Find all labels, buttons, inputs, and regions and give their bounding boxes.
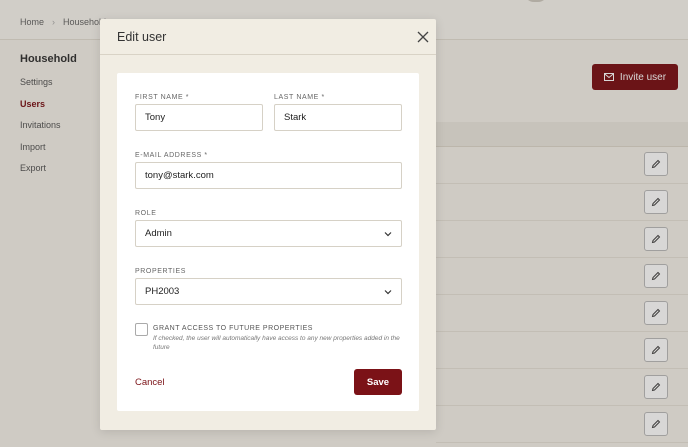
form-card: FIRST NAME * Tony LAST NAME * Stark E-MA… [117, 73, 419, 411]
future-access-help: If checked, the user will automatically … [153, 335, 400, 351]
first-name-field[interactable]: Tony [135, 104, 263, 131]
future-access-label: GRANT ACCESS TO FUTURE PROPERTIES [153, 325, 313, 332]
cancel-button[interactable]: Cancel [135, 377, 165, 388]
edit-user-modal: Edit user FIRST NAME * Tony LAST NAME * … [100, 19, 436, 430]
email-label: E-MAIL ADDRESS * [135, 152, 208, 159]
email-field[interactable]: tony@stark.com [135, 162, 402, 189]
role-label: ROLE [135, 210, 157, 217]
properties-select-value: PH2003 [145, 286, 180, 297]
chevron-down-icon [384, 290, 392, 295]
modal-title: Edit user [117, 30, 167, 44]
properties-select[interactable]: PH2003 [135, 278, 402, 305]
modal-header: Edit user [100, 19, 436, 55]
future-access-checkbox[interactable] [135, 323, 148, 336]
save-button[interactable]: Save [354, 369, 402, 395]
role-select[interactable]: Admin [135, 220, 402, 247]
first-name-label: FIRST NAME * [135, 94, 190, 101]
last-name-label: LAST NAME * [274, 94, 325, 101]
close-button[interactable] [416, 30, 430, 44]
close-icon [417, 31, 429, 43]
role-select-value: Admin [145, 228, 172, 239]
properties-label: PROPERTIES [135, 268, 186, 275]
last-name-field[interactable]: Stark [274, 104, 402, 131]
chevron-down-icon [384, 232, 392, 237]
